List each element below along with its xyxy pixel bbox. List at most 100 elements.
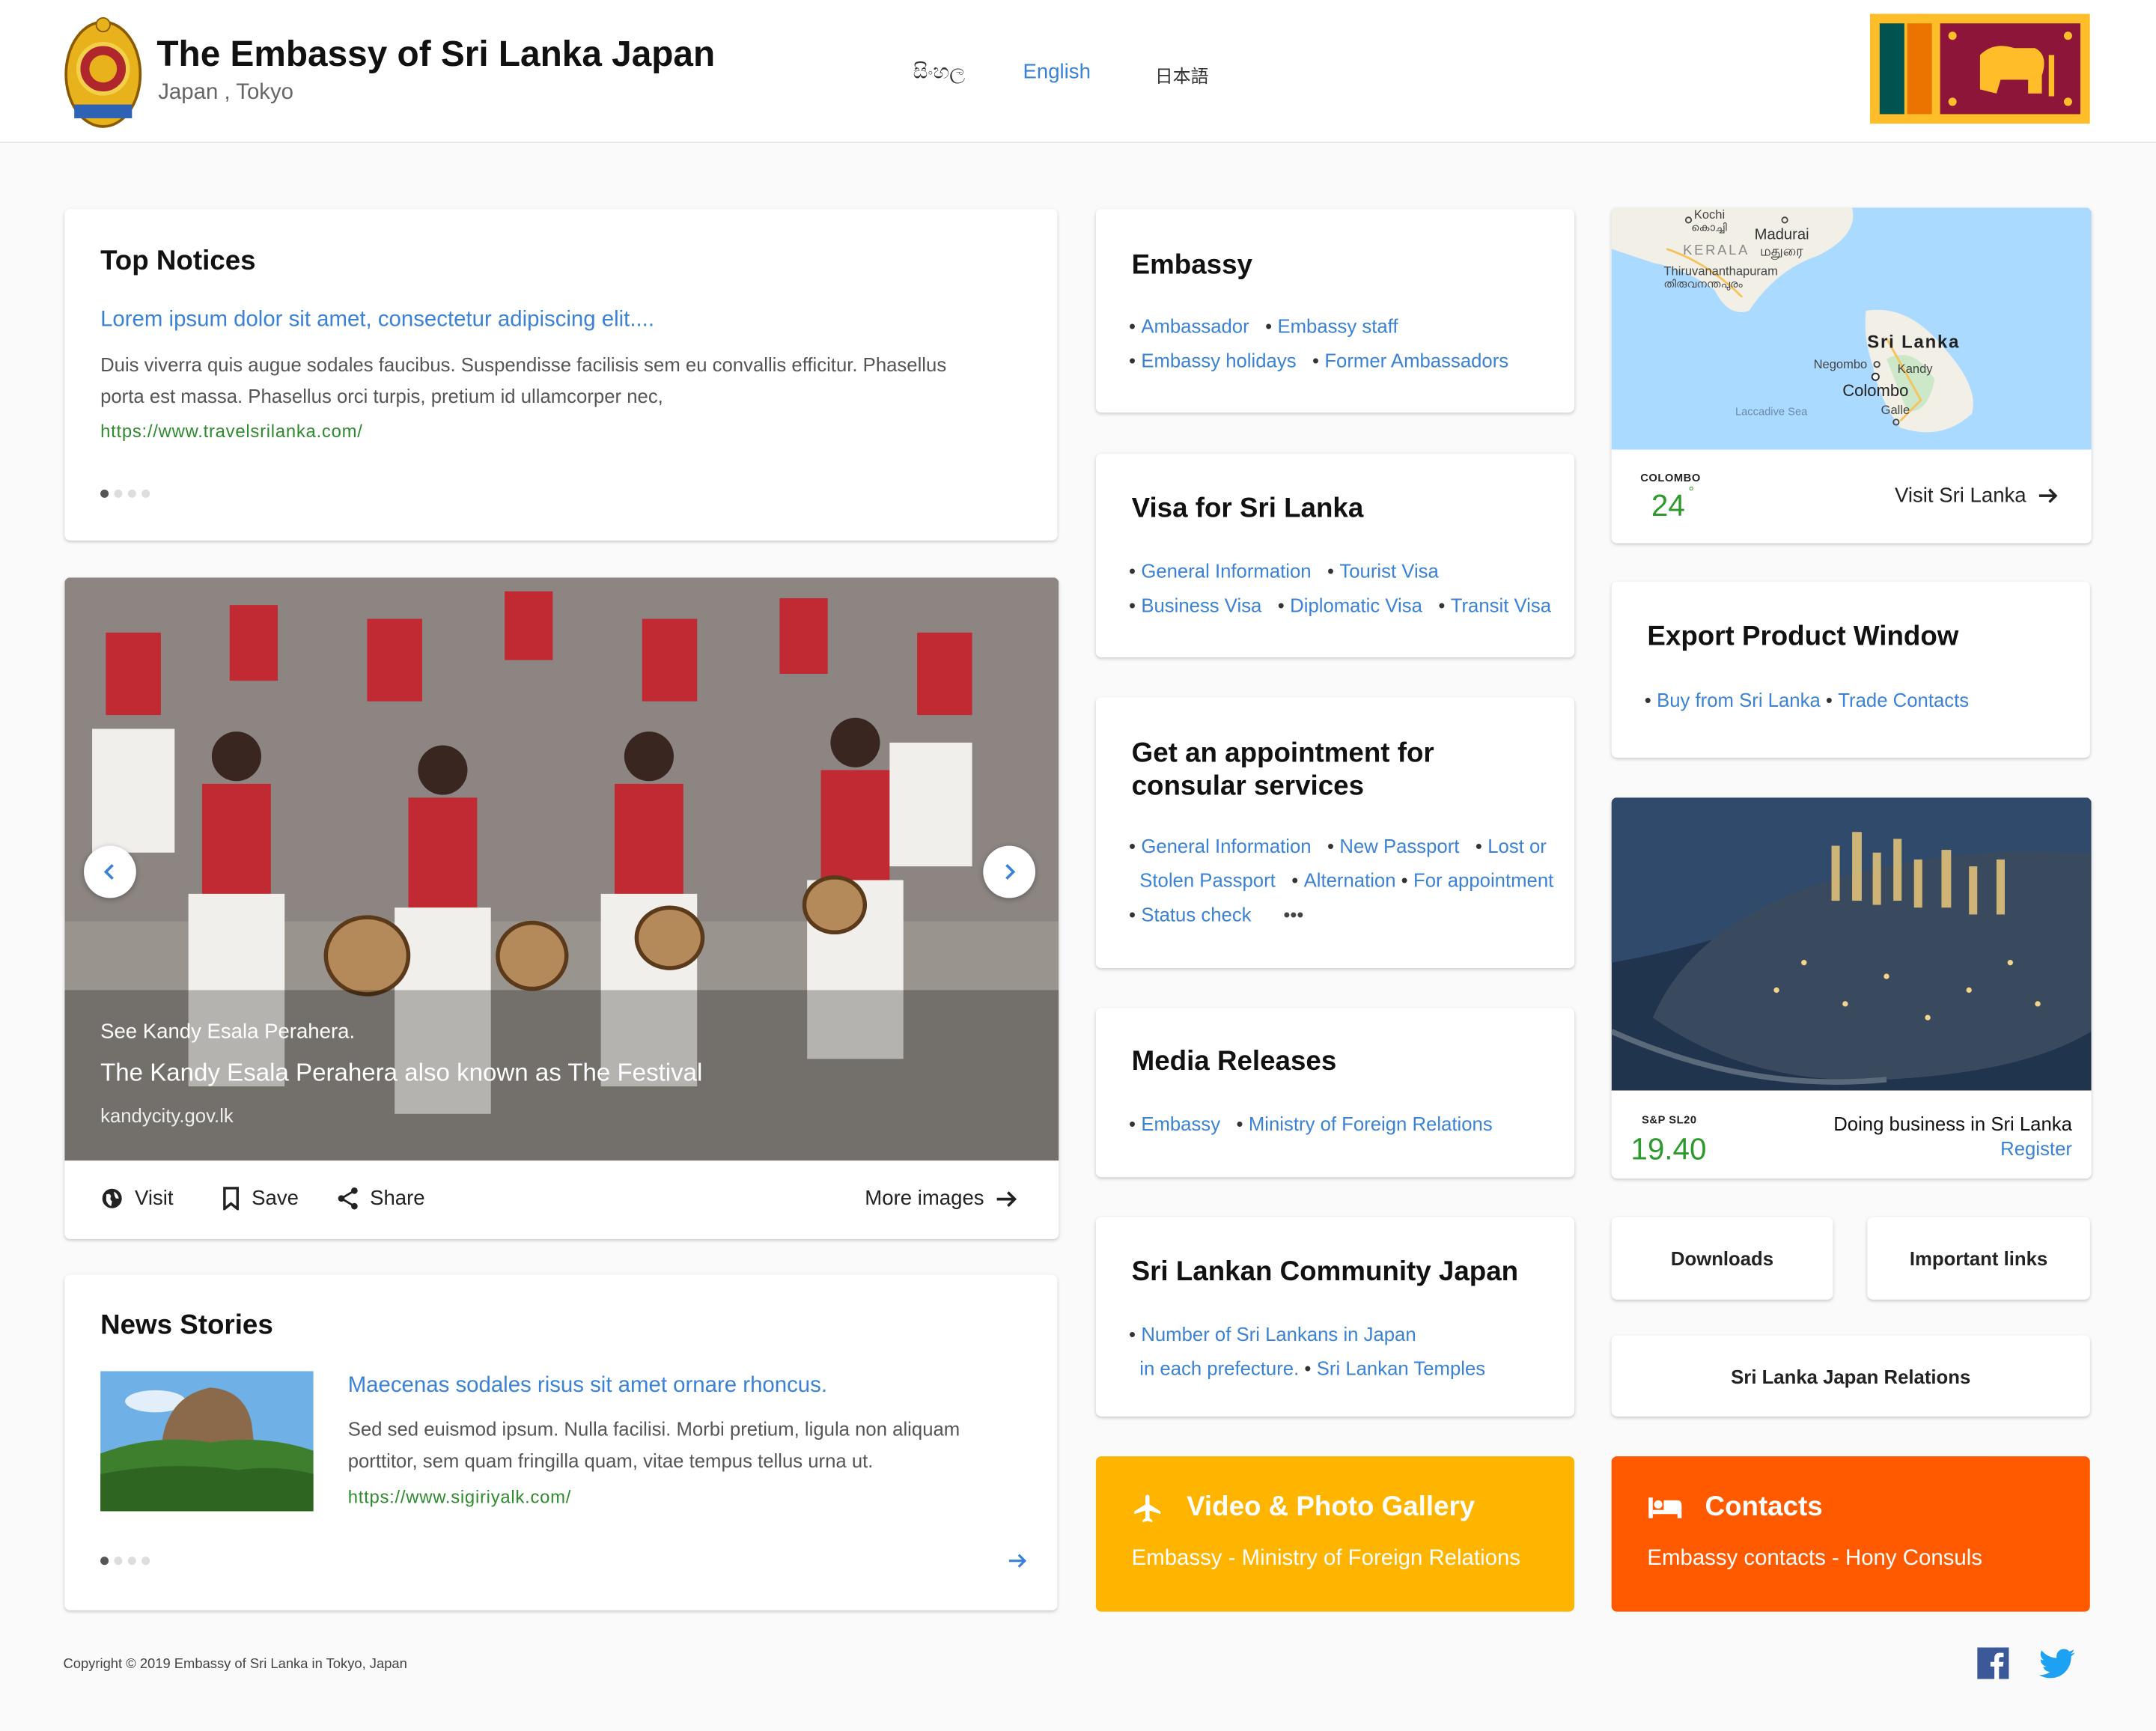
news-body: Sed sed euismod ipsum. Nulla facilisi. M… bbox=[347, 1417, 960, 1472]
site-subtitle: Japan , Tokyo bbox=[158, 81, 294, 105]
link-appointment-general-information[interactable]: General Information bbox=[1141, 835, 1311, 857]
airplane-icon bbox=[1134, 1494, 1161, 1523]
link-business-visa[interactable]: Business Visa bbox=[1141, 594, 1261, 615]
more-images-button[interactable]: More images bbox=[865, 1187, 1017, 1210]
community-card: Sri Lankan Community Japan • Number of Sr… bbox=[1095, 1217, 1575, 1417]
community-links: • Number of Sri Lankans in Japan in each … bbox=[1128, 1322, 1486, 1380]
register-link[interactable]: Register bbox=[2000, 1137, 2072, 1159]
appointment-title-line2: consular services bbox=[1131, 771, 1365, 802]
save-label: Save bbox=[252, 1187, 299, 1211]
important-links-button[interactable]: Important links bbox=[1867, 1217, 2090, 1300]
gallery-subtitle: Embassy - Ministry of Foreign Relations bbox=[1131, 1547, 1520, 1571]
news-link[interactable]: Maecenas sodales risus sit amet ornare r… bbox=[348, 1374, 827, 1399]
contacts-subtitle: Embassy contacts - Hony Consuls bbox=[1647, 1547, 1982, 1571]
video-photo-gallery-card[interactable]: Video & Photo Gallery Embassy - Ministry… bbox=[1095, 1456, 1575, 1612]
more-links-button[interactable]: ••• bbox=[1283, 904, 1303, 925]
link-ministry-foreign-relations[interactable]: Ministry of Foreign Relations bbox=[1249, 1113, 1493, 1134]
link-new-passport[interactable]: New Passport bbox=[1339, 835, 1459, 857]
facebook-icon[interactable] bbox=[1977, 1647, 2009, 1679]
important-links-label: Important links bbox=[1909, 1247, 2048, 1270]
export-title: Export Product Window bbox=[1647, 621, 1959, 652]
carousel-next-button[interactable] bbox=[983, 845, 1036, 898]
pager-dot[interactable] bbox=[141, 489, 150, 498]
link-sri-lankan-temples[interactable]: Sri Lankan Temples bbox=[1317, 1357, 1485, 1379]
link-embassy-staff[interactable]: Embassy staff bbox=[1277, 315, 1398, 337]
link-tourist-visa[interactable]: Tourist Visa bbox=[1339, 560, 1438, 582]
lang-english[interactable]: English bbox=[1023, 61, 1091, 84]
sri-lanka-map[interactable]: Kochi കൊച്ചി Madurai மதுரை KERALA Thiruv… bbox=[1611, 207, 2092, 450]
pager-dot-active[interactable] bbox=[100, 489, 109, 498]
relations-label: Sri Lanka Japan Relations bbox=[1731, 1364, 1971, 1387]
contacts-title: Contacts bbox=[1705, 1491, 1823, 1523]
news-pager[interactable] bbox=[100, 1557, 150, 1566]
top-notices-card: Top Notices Lorem ipsum dolor sit amet, … bbox=[64, 209, 1058, 541]
pager-dot[interactable] bbox=[114, 1557, 123, 1566]
link-each-prefecture[interactable]: in each prefecture. bbox=[1139, 1357, 1299, 1379]
gallery-title: Video & Photo Gallery bbox=[1187, 1491, 1476, 1523]
link-embassy-holidays[interactable]: Embassy holidays bbox=[1141, 350, 1296, 371]
sri-lanka-emblem-logo[interactable] bbox=[63, 13, 143, 129]
map-label-madurai: Madurai bbox=[1755, 227, 1809, 243]
media-links: • Embassy • Ministry of Foreign Relations bbox=[1128, 1112, 1493, 1135]
news-stories-title: News Stories bbox=[100, 1310, 273, 1341]
link-trade-contacts[interactable]: Trade Contacts bbox=[1838, 689, 1969, 711]
share-button[interactable]: Share bbox=[337, 1187, 425, 1210]
hero-caption-eyebrow: See Kandy Esala Perahera. bbox=[100, 1020, 356, 1044]
map-label-kochi-local: കൊച്ചി bbox=[1691, 222, 1727, 234]
hero-caption-source: kandycity.gov.lk bbox=[100, 1104, 234, 1127]
link-ambassador[interactable]: Ambassador bbox=[1141, 315, 1249, 337]
share-label: Share bbox=[370, 1187, 425, 1211]
weather-city: COLOMBO bbox=[1640, 471, 1701, 484]
link-lost-passport[interactable]: Lost or bbox=[1487, 835, 1547, 857]
pager-dot[interactable] bbox=[141, 1557, 150, 1566]
visit-sri-lanka-link[interactable]: Visit Sri Lanka bbox=[1895, 484, 2058, 508]
map-label-madurai-local: மதுரை bbox=[1760, 243, 1803, 260]
news-stories-card: News Stories Maecenas sodales risus sit … bbox=[64, 1274, 1058, 1610]
visit-button[interactable]: Visit bbox=[100, 1187, 174, 1210]
link-number-of-sri-lankans[interactable]: Number of Sri Lankans in Japan bbox=[1141, 1323, 1416, 1345]
link-visa-general-information[interactable]: General Information bbox=[1141, 560, 1311, 582]
media-releases-card: Media Releases • Embassy • Ministry of For… bbox=[1095, 1008, 1575, 1178]
pager-dot[interactable] bbox=[127, 489, 136, 498]
appointment-title: Get an appointment for consular services bbox=[1132, 737, 1434, 803]
downloads-label: Downloads bbox=[1670, 1247, 1774, 1270]
link-alternation[interactable]: Alternation bbox=[1304, 869, 1396, 891]
link-media-embassy[interactable]: Embassy bbox=[1141, 1113, 1220, 1134]
downloads-button[interactable]: Downloads bbox=[1611, 1217, 1833, 1300]
appointment-links: • General Information • New Passport • Lost… bbox=[1128, 834, 1554, 926]
news-next-arrow-icon[interactable] bbox=[1008, 1551, 1027, 1571]
carousel-prev-button[interactable] bbox=[84, 845, 136, 898]
notices-pager[interactable] bbox=[100, 489, 150, 498]
contacts-card[interactable]: Contacts Embassy contacts - Hony Consuls bbox=[1611, 1456, 2090, 1612]
notice-url[interactable]: https://www.travelsrilanka.com/ bbox=[100, 421, 363, 442]
link-diplomatic-visa[interactable]: Diplomatic Visa bbox=[1290, 594, 1422, 615]
link-buy-from-sri-lanka[interactable]: Buy from Sri Lanka bbox=[1657, 689, 1821, 711]
news-url[interactable]: https://www.sigiriyalk.com/ bbox=[348, 1487, 571, 1508]
visa-title: Visa for Sri Lanka bbox=[1131, 493, 1364, 524]
port-city-illustration bbox=[1611, 797, 2092, 1091]
link-former-ambassadors[interactable]: Former Ambassadors bbox=[1324, 350, 1508, 371]
chevron-left-icon bbox=[103, 864, 114, 880]
notice-link[interactable]: Lorem ipsum dolor sit amet, consectetur … bbox=[100, 308, 654, 332]
link-stolen-passport[interactable]: Stolen Passport bbox=[1139, 869, 1276, 891]
save-button[interactable]: Save bbox=[222, 1187, 299, 1211]
pager-dot[interactable] bbox=[127, 1557, 136, 1566]
link-status-check[interactable]: Status check bbox=[1141, 904, 1251, 925]
sigiriya-photo[interactable] bbox=[100, 1371, 314, 1512]
twitter-icon[interactable] bbox=[2038, 1649, 2075, 1679]
export-links: • Buy from Sri Lanka • Trade Contacts bbox=[1644, 689, 1970, 711]
chevron-right-icon bbox=[1005, 864, 1016, 880]
globe-icon bbox=[102, 1188, 122, 1208]
link-transit-visa[interactable]: Transit Visa bbox=[1451, 594, 1551, 615]
sri-lanka-japan-relations-button[interactable]: Sri Lanka Japan Relations bbox=[1611, 1335, 2090, 1417]
lang-japanese[interactable]: 日本語 bbox=[1155, 62, 1209, 88]
map-weather-card: Kochi കൊച്ചി Madurai மதுரை KERALA Thiruv… bbox=[1611, 207, 2092, 544]
appointment-title-line1: Get an appointment for bbox=[1131, 738, 1434, 769]
pager-dot[interactable] bbox=[114, 489, 123, 498]
pager-dot-active[interactable] bbox=[100, 1557, 109, 1566]
link-for-appointment[interactable]: For appointment bbox=[1413, 869, 1553, 891]
embassy-card: Embassy • Ambassador • Embassy staff • Emba… bbox=[1095, 209, 1575, 413]
degree-symbol: ° bbox=[1688, 485, 1694, 501]
lang-sinhala[interactable]: සිංහල bbox=[913, 61, 966, 84]
port-city-photo[interactable] bbox=[1611, 797, 2092, 1091]
